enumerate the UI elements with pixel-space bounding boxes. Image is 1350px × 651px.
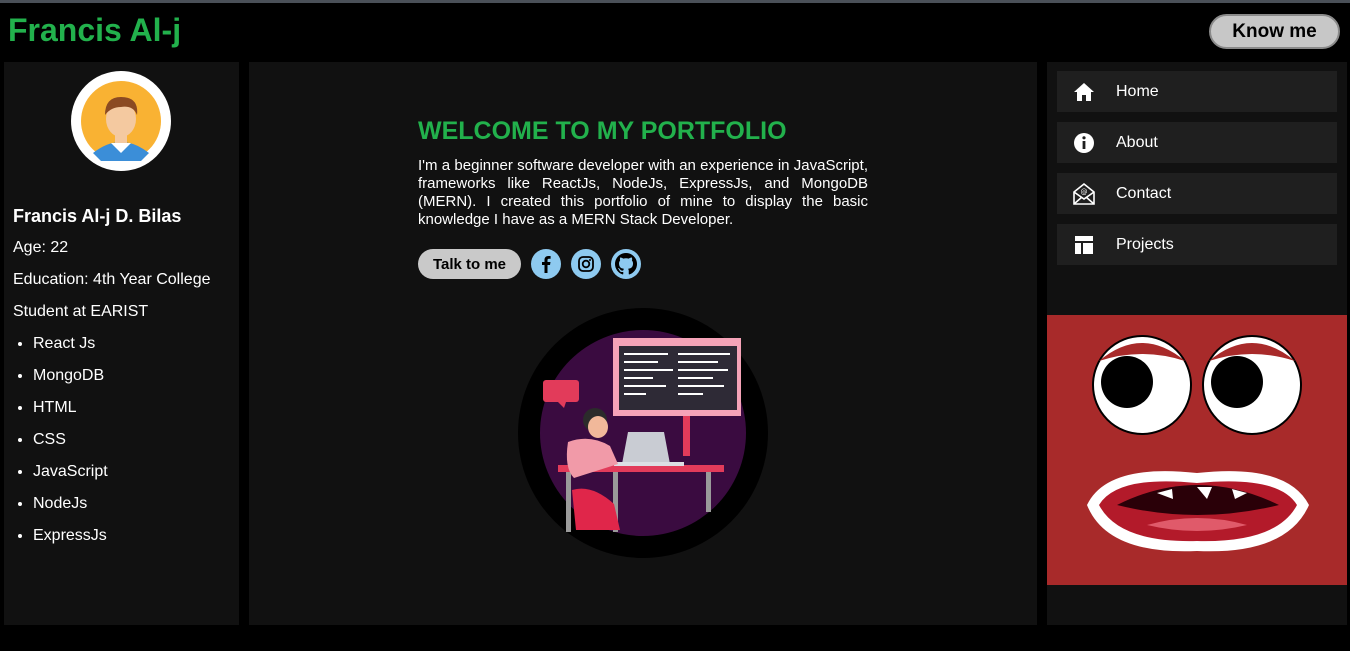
- avatar-illustration: [81, 81, 161, 161]
- intro-paragraph: I'm a beginner software developer with a…: [418, 157, 868, 228]
- instagram-link[interactable]: [571, 249, 601, 279]
- skill-item: HTML: [33, 392, 108, 424]
- facebook-link[interactable]: [531, 249, 561, 279]
- github-icon: [615, 253, 637, 275]
- profile-age: Age: 22: [13, 239, 69, 256]
- profile-education-school: Student at EARIST: [13, 303, 149, 320]
- nav-item-projects[interactable]: Projects: [1057, 224, 1337, 265]
- monster-face-image: [1047, 315, 1347, 585]
- skill-item: MongoDB: [33, 360, 108, 392]
- know-me-button[interactable]: Know me: [1209, 14, 1340, 49]
- nav-sidebar: Home About @ Contact Projects: [1047, 62, 1347, 625]
- main-content: WELCOME TO MY PORTFOLIO I'm a beginner s…: [249, 62, 1037, 625]
- skills-list: React Js MongoDB HTML CSS JavaScript Nod…: [13, 328, 108, 552]
- avatar: [71, 71, 171, 171]
- home-icon: [1072, 80, 1096, 104]
- profile-name: Francis Al-j D. Bilas: [13, 206, 182, 226]
- hero-illustration: [518, 308, 768, 558]
- layout-icon: [1072, 233, 1096, 257]
- svg-text:@: @: [1081, 188, 1088, 196]
- contact-mail-icon: @: [1072, 182, 1096, 206]
- nav-item-label: Contact: [1116, 184, 1172, 202]
- info-icon: [1072, 131, 1096, 155]
- nav-item-contact[interactable]: @ Contact: [1057, 173, 1337, 214]
- github-link[interactable]: [611, 249, 641, 279]
- site-brand[interactable]: Francis Al-j: [8, 12, 181, 49]
- nav-item-label: About: [1116, 133, 1158, 151]
- nav-item-home[interactable]: Home: [1057, 71, 1337, 112]
- welcome-heading: WELCOME TO MY PORTFOLIO: [418, 117, 787, 145]
- window-top-border: [0, 0, 1350, 3]
- profile-education: Education: 4th Year College: [13, 271, 211, 288]
- nav-item-label: Home: [1116, 82, 1159, 100]
- skill-item: React Js: [33, 328, 108, 360]
- nav-item-about[interactable]: About: [1057, 122, 1337, 163]
- skill-item: JavaScript: [33, 456, 108, 488]
- skill-item: ExpressJs: [33, 520, 108, 552]
- talk-to-me-button[interactable]: Talk to me: [418, 249, 521, 279]
- instagram-icon: [578, 256, 594, 272]
- profile-sidebar: Francis Al-j D. Bilas Age: 22 Education:…: [4, 62, 239, 625]
- skill-item: CSS: [33, 424, 108, 456]
- facebook-icon: [542, 256, 551, 273]
- nav-item-label: Projects: [1116, 235, 1174, 253]
- skill-item: NodeJs: [33, 488, 108, 520]
